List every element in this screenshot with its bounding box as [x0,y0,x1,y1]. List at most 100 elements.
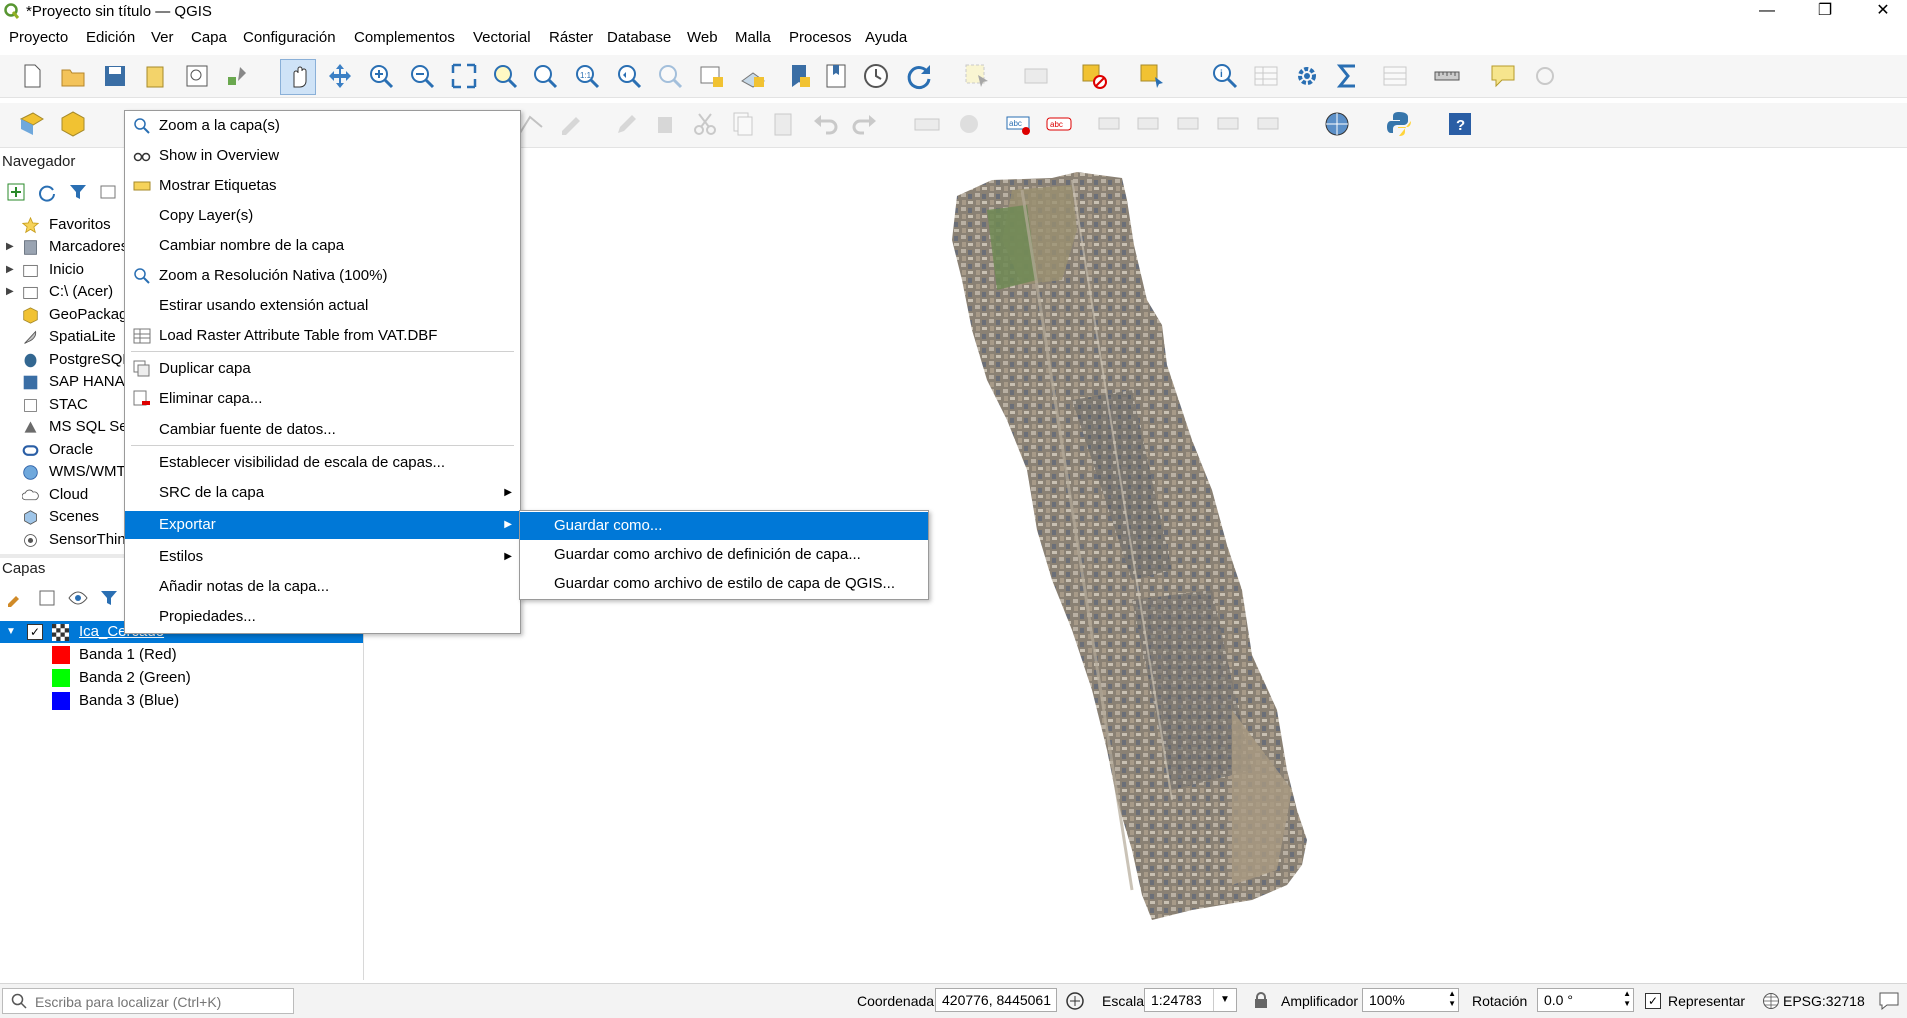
magnifier-spinbox[interactable]: 100% ▲ ▼ [1362,988,1459,1012]
data-source-manager-icon[interactable] [17,109,47,139]
new-map-view-icon[interactable] [697,61,727,91]
digitize-icon[interactable] [556,109,586,139]
menu-malla[interactable]: Malla [732,29,774,46]
crs-label[interactable]: EPSG:32718 [1783,993,1865,1009]
menu-ver[interactable]: Ver [148,29,177,46]
maximize-button[interactable]: ❐ [1802,0,1848,24]
save-as-layer-definition-menu-item[interactable]: Guardar como archivo de definición de ca… [520,541,928,569]
rename-layer-menu-item[interactable]: Cambiar nombre de la capa [125,232,520,260]
show-labels-menu-item[interactable]: Mostrar Etiquetas [125,172,520,200]
zoom-full-icon[interactable] [449,61,479,91]
processing-toolbox-icon[interactable] [1292,61,1322,91]
refresh-browser-icon[interactable] [37,182,57,202]
rotation-spinbox[interactable]: 0.0 ° ▲ ▼ [1537,988,1634,1012]
collapse-arrow-icon[interactable]: ▼ [6,621,16,643]
menu-configuracion[interactable]: Configuración [240,29,339,46]
remove-layer-menu-item[interactable]: Eliminar capa... [125,385,520,413]
paste-features-icon[interactable] [768,109,798,139]
change-label-icon[interactable] [1174,109,1204,139]
coordinate-field[interactable]: 420776, 8445061 [935,988,1057,1012]
open-project-icon[interactable] [58,61,88,91]
menu-vectorial[interactable]: Vectorial [470,29,534,46]
select-by-value-icon[interactable] [1021,61,1051,91]
pan-to-selection-icon[interactable] [325,61,355,91]
load-raster-attribute-table-menu-item[interactable]: Load Raster Attribute Table from VAT.DBF [125,322,520,350]
zoom-to-layer-menu-item[interactable]: Zoom a la capa(s) [125,112,520,140]
delete-selected-icon[interactable] [650,109,680,139]
zoom-to-layer-icon[interactable] [530,61,560,91]
show-in-overview-menu-item[interactable]: Show in Overview [125,142,520,170]
menu-database[interactable]: Database [604,29,674,46]
label-properties-icon[interactable] [1214,109,1244,139]
refresh-icon[interactable] [904,61,934,91]
layer-visibility-checkbox[interactable]: ✓ [27,624,43,640]
scale-combobox[interactable]: 1:24783 ▼ [1144,988,1237,1012]
menu-edicion[interactable]: Edición [83,29,138,46]
label-pin-icon[interactable]: abc [1004,109,1034,139]
close-button[interactable]: ✕ [1860,0,1906,24]
filter-legend-icon[interactable] [99,588,119,608]
edit-pencil-icon[interactable] [612,109,642,139]
label-rule-icon[interactable] [1254,109,1284,139]
save-project-icon[interactable] [100,61,130,91]
menu-web[interactable]: Web [684,29,721,46]
zoom-last-icon[interactable] [614,61,644,91]
expand-arrow-icon[interactable]: ▶ [6,236,14,258]
stretch-current-extent-menu-item[interactable]: Estirar usando extensión actual [125,292,520,320]
add-group-icon[interactable] [37,588,57,608]
locator-search-box[interactable] [2,988,294,1014]
cut-features-icon[interactable] [690,109,720,139]
statistics-sigma-icon[interactable] [1333,61,1363,91]
locator-input[interactable] [33,991,292,1013]
select-features-icon[interactable] [962,61,992,91]
zoom-next-icon[interactable] [655,61,685,91]
help-icon[interactable]: ? [1445,109,1475,139]
menu-procesos[interactable]: Procesos [786,29,855,46]
styles-menu-item[interactable]: Estilos ▶ [125,543,520,571]
new-spatial-bookmark-icon[interactable] [784,61,814,91]
copy-layers-menu-item[interactable]: Copy Layer(s) [125,202,520,230]
lock-icon[interactable] [1254,992,1268,1008]
layer-crs-menu-item[interactable]: SRC de la capa ▶ [125,479,520,507]
show-bookmarks-icon[interactable] [821,61,851,91]
rotate-label-icon[interactable] [1134,109,1164,139]
style-manager-icon[interactable] [222,61,252,91]
add-layer-notes-menu-item[interactable]: Añadir notas de la capa... [125,573,520,601]
expand-arrow-icon[interactable]: ▶ [6,259,14,281]
zoom-native-resolution-menu-item[interactable]: Zoom a Resolución Nativa (100%) [125,262,520,290]
chevron-down-icon[interactable]: ▼ [1213,989,1236,1011]
filter-browser-icon[interactable] [68,182,88,202]
set-scale-visibility-menu-item[interactable]: Establecer visibilidad de escala de capa… [125,449,520,477]
open-layer-styling-icon[interactable] [6,588,26,608]
menu-proyecto[interactable]: Proyecto [6,29,71,46]
redo-icon[interactable] [850,109,880,139]
quickmapservices-globe-icon[interactable] [1322,109,1352,139]
properties-menu-item[interactable]: Propiedades... [125,603,520,631]
open-table-icon[interactable] [1380,61,1410,91]
attribute-table-icon[interactable] [1251,61,1281,91]
menu-capa[interactable]: Capa [188,29,230,46]
duplicate-layer-menu-item[interactable]: Duplicar capa [125,355,520,383]
move-label-icon[interactable] [1095,109,1125,139]
label-show-hide-icon[interactable]: abc [1044,109,1074,139]
menu-complementos[interactable]: Complementos [351,29,458,46]
minimize-button[interactable]: — [1744,0,1790,24]
spin-updown-icon[interactable]: ▲ ▼ [1623,989,1631,1009]
zoom-to-selection-icon[interactable] [490,61,520,91]
zoom-native-resolution-icon[interactable]: 1:1 [572,61,602,91]
pan-hand-icon[interactable] [284,61,314,91]
add-selected-layers-icon[interactable] [6,182,26,202]
expand-arrow-icon[interactable]: ▶ [6,281,14,303]
label-toolbar-icon[interactable] [912,109,942,139]
layout-manager-icon[interactable] [182,61,212,91]
map-tips-icon[interactable] [1488,61,1518,91]
select-location-icon[interactable] [1137,61,1167,91]
new-geopackage-layer-icon[interactable] [58,109,88,139]
spin-updown-icon[interactable]: ▲ ▼ [1448,989,1456,1009]
measure-line-icon[interactable] [1432,61,1462,91]
render-checkbox[interactable]: ✓ [1645,993,1661,1009]
menu-ayuda[interactable]: Ayuda [862,29,910,46]
gps-toolbar-icon[interactable] [1530,61,1560,91]
save-as-menu-item[interactable]: Guardar como... [520,512,928,540]
python-console-icon[interactable] [1384,109,1414,139]
